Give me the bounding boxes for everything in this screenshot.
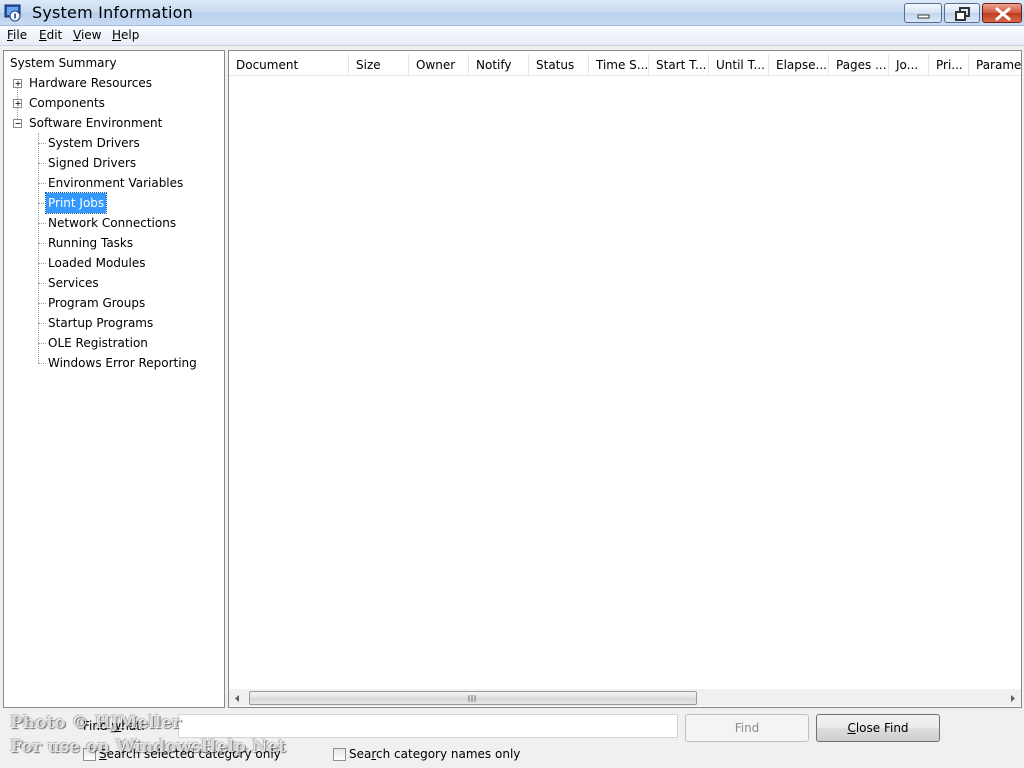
details-list[interactable]: Document Size Owner Notify Status Time S… <box>228 50 1022 708</box>
checkbox-box[interactable] <box>83 748 96 761</box>
menu-file[interactable]: File <box>7 28 27 42</box>
column-header-start-time[interactable]: Start T... <box>649 54 709 76</box>
tree-item-program-groups[interactable]: Program Groups <box>48 293 145 313</box>
close-find-button[interactable]: Close Find <box>816 714 940 742</box>
tree-item-ole-registration[interactable]: OLE Registration <box>48 333 148 353</box>
tree-connector <box>38 363 46 364</box>
system-information-icon <box>4 4 22 22</box>
tree-connector <box>38 263 46 264</box>
restore-icon <box>955 7 970 21</box>
find-bar: Find what: Find Close Find Search select… <box>0 710 1024 768</box>
menu-view[interactable]: View <box>73 28 101 42</box>
expand-components-icon[interactable] <box>13 99 22 108</box>
tree-connector <box>38 163 46 164</box>
restore-button[interactable] <box>944 3 980 23</box>
column-header-pages[interactable]: Pages ... <box>829 54 889 76</box>
column-header-owner[interactable]: Owner <box>409 54 469 76</box>
tree-item-print-jobs[interactable]: Print Jobs <box>44 192 108 214</box>
column-header-size[interactable]: Size <box>349 54 409 76</box>
grip-icon <box>468 695 476 702</box>
collapse-software-environment-icon[interactable] <box>13 119 22 128</box>
horizontal-scrollbar[interactable] <box>229 689 1021 706</box>
tree-item-network-connections[interactable]: Network Connections <box>48 213 176 233</box>
scroll-left-button[interactable] <box>229 690 246 707</box>
tree-item-software-environment[interactable]: Software Environment <box>29 113 162 133</box>
find-button[interactable]: Find <box>685 714 809 742</box>
tree-connector <box>38 203 46 204</box>
tree-item-system-summary[interactable]: System Summary <box>10 53 117 73</box>
category-tree[interactable]: System Summary Hardware Resources Compon… <box>3 50 225 708</box>
close-button[interactable] <box>982 3 1022 23</box>
scroll-thumb[interactable] <box>249 691 697 705</box>
tree-connector <box>38 283 46 284</box>
scroll-right-button[interactable] <box>1004 690 1021 707</box>
tree-item-startup-programs[interactable]: Startup Programs <box>48 313 153 333</box>
tree-item-system-drivers[interactable]: System Drivers <box>48 133 140 153</box>
menu-bar: File Edit View Help <box>0 26 1024 46</box>
tree-connector <box>38 183 46 184</box>
column-header-status[interactable]: Status <box>529 54 589 76</box>
checkbox-label: Search selected category only <box>99 747 281 761</box>
column-header-time-submitted[interactable]: Time S... <box>589 54 649 76</box>
tree-item-signed-drivers[interactable]: Signed Drivers <box>48 153 136 173</box>
tree-connector <box>38 343 46 344</box>
tree-connector <box>38 133 39 363</box>
tree-item-environment-variables[interactable]: Environment Variables <box>48 173 183 193</box>
list-header: Document Size Owner Notify Status Time S… <box>229 54 1021 76</box>
title-bar[interactable]: System Information <box>0 0 1024 26</box>
tree-connector <box>38 143 46 144</box>
tree-item-loaded-modules[interactable]: Loaded Modules <box>48 253 146 273</box>
tree-connector <box>38 223 46 224</box>
checkbox-box[interactable] <box>333 748 346 761</box>
minimize-button[interactable] <box>904 3 942 23</box>
scroll-left-icon <box>235 695 239 702</box>
menu-help[interactable]: Help <box>112 28 139 42</box>
column-header-document[interactable]: Document <box>229 54 349 76</box>
column-header-job[interactable]: Jo... <box>889 54 929 76</box>
menu-edit[interactable]: Edit <box>39 28 62 42</box>
expand-hardware-resources-icon[interactable] <box>13 79 22 88</box>
close-icon <box>995 7 1011 21</box>
column-header-priority[interactable]: Pri... <box>929 54 969 76</box>
tree-item-services[interactable]: Services <box>48 273 99 293</box>
find-what-label: Find what: <box>83 719 145 733</box>
tree-connector <box>38 303 46 304</box>
find-what-input[interactable] <box>178 714 678 738</box>
tree-item-running-tasks[interactable]: Running Tasks <box>48 233 133 253</box>
tree-item-components[interactable]: Components <box>29 93 105 113</box>
scroll-right-icon <box>1011 695 1015 702</box>
checkbox-label: Search category names only <box>349 747 521 761</box>
column-header-until-time[interactable]: Until T... <box>709 54 769 76</box>
column-header-elapsed[interactable]: Elapse... <box>769 54 829 76</box>
minimize-icon <box>917 14 930 19</box>
tree-connector <box>38 323 46 324</box>
tree-item-hardware-resources[interactable]: Hardware Resources <box>29 73 152 93</box>
column-header-notify[interactable]: Notify <box>469 54 529 76</box>
column-header-parameters[interactable]: Parame <box>969 54 1021 76</box>
window-title: System Information <box>32 3 193 22</box>
tree-item-windows-error-reporting[interactable]: Windows Error Reporting <box>48 353 197 373</box>
tree-connector <box>38 243 46 244</box>
